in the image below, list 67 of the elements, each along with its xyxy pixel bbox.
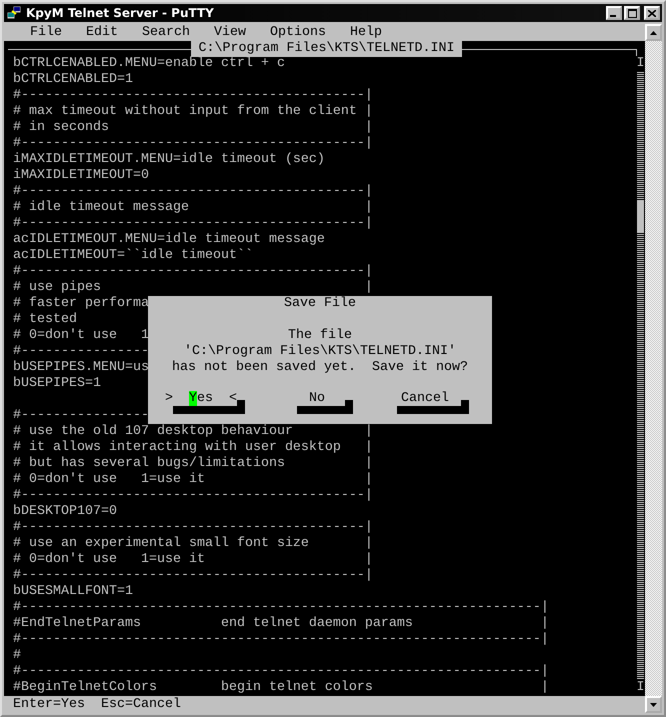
code-line: #BeginTelnetColors begin telnet colors | bbox=[13, 680, 549, 695]
dialog-title: Save File bbox=[284, 296, 356, 311]
code-line: # bbox=[13, 648, 21, 663]
scroll-down-button[interactable] bbox=[645, 696, 662, 713]
code-line: #-------------------------------------------| bbox=[13, 568, 373, 583]
code-line: # 0=don't use 1 bbox=[13, 328, 149, 343]
window-title: KpyM Telnet Server - PuTTY bbox=[26, 6, 214, 20]
code-line: #-------------------------------------------| bbox=[13, 216, 373, 231]
scroll-mark: I bbox=[636, 56, 644, 72]
code-line: iMAXIDLETIMEOUT=0 bbox=[13, 168, 149, 183]
code-line: acIDLETIMEOUT=``idle timeout`` bbox=[13, 248, 253, 263]
scroll-thumb[interactable] bbox=[637, 200, 644, 232]
code-line: bUSEPIPES.MENU=us bbox=[13, 360, 149, 375]
code-line: # faster performa bbox=[13, 296, 149, 311]
code-line: # 0=don't use 1=use it | bbox=[13, 552, 373, 567]
code-line: #-----------------------------------------------------------------| bbox=[13, 664, 549, 679]
menu-item[interactable]: Edit bbox=[86, 25, 118, 40]
code-line: iMAXIDLETIMEOUT.MENU=idle timeout (sec) bbox=[13, 152, 325, 167]
maximize-button[interactable] bbox=[624, 6, 640, 20]
code-line: # use an experimental small font size | bbox=[13, 536, 373, 551]
code-line: bCTRLCENABLED.MENU=enable ctrl + c bbox=[13, 56, 285, 71]
dialog-message: The file bbox=[288, 328, 352, 343]
code-line: #-------------------------------------------| bbox=[13, 264, 373, 279]
code-line: bDESKTOP107=0 bbox=[13, 504, 117, 519]
dialog-message: 'C:\Program Files\KTS\TELNETD.INI' bbox=[184, 344, 456, 359]
code-line: bUSESMALLFONT=1 bbox=[13, 584, 133, 599]
scroll-mark: I bbox=[636, 680, 644, 696]
code-line: # tested bbox=[13, 312, 77, 327]
minimize-button[interactable] bbox=[606, 6, 622, 20]
menu-item[interactable]: Help bbox=[350, 25, 382, 40]
scrollbar[interactable] bbox=[645, 24, 662, 713]
maximize-icon bbox=[628, 8, 636, 18]
code-line: #-------------------------------------------| bbox=[13, 136, 373, 151]
menu-item[interactable]: View bbox=[214, 25, 246, 40]
code-line: # idle timeout message | bbox=[13, 200, 373, 215]
down-arrow-icon bbox=[650, 702, 657, 706]
menu-item[interactable]: File bbox=[30, 25, 62, 40]
code-line: bCTRLCENABLED=1 bbox=[13, 72, 133, 87]
yes-button[interactable]: > Yes < bbox=[165, 392, 237, 406]
code-line: #-------------------------------------------| bbox=[13, 488, 373, 503]
code-line: #---------------- bbox=[13, 344, 149, 359]
scroll-up-button[interactable] bbox=[645, 24, 662, 41]
menu-item[interactable]: Search bbox=[142, 25, 190, 40]
close-icon bbox=[648, 10, 656, 16]
code-line: #---------------- bbox=[13, 408, 149, 423]
code-line: # use the old 107 desktop behaviour | bbox=[13, 424, 373, 439]
scroll-track[interactable] bbox=[637, 72, 644, 680]
code-line: # in seconds | bbox=[13, 120, 373, 135]
code-line: # but has several bugs/limitations | bbox=[13, 456, 373, 471]
code-line: #-------------------------------------------| bbox=[13, 184, 373, 199]
code-line: # use pipes | bbox=[13, 280, 373, 295]
close-button[interactable] bbox=[644, 6, 660, 20]
menu-item[interactable]: Options bbox=[270, 25, 326, 40]
code-line: bUSEPIPES=1 bbox=[13, 376, 101, 391]
code-line: #-------------------------------------------| bbox=[13, 520, 373, 535]
code-line: # it allows interacting with user desktop | bbox=[13, 440, 373, 455]
computer-icon bbox=[6, 5, 22, 21]
code-line: # max timeout without input from the client | bbox=[13, 104, 373, 119]
code-line: #-----------------------------------------------------------------| bbox=[13, 600, 549, 615]
code-line: acIDLETIMEOUT.MENU=idle timeout message bbox=[13, 232, 325, 247]
up-arrow-icon bbox=[650, 30, 657, 34]
code-line: #-----------------------------------------------------------------| bbox=[13, 632, 549, 647]
status-text: Enter=Yes Esc=Cancel bbox=[13, 697, 181, 712]
code-line: #EndTelnetParams end telnet daemon params | bbox=[13, 616, 549, 631]
dialog-message: has not been saved yet. Save it now? bbox=[172, 360, 468, 375]
code-line: #-------------------------------------------| bbox=[13, 88, 373, 103]
code-line: # 0=don't use 1=use it | bbox=[13, 472, 373, 487]
